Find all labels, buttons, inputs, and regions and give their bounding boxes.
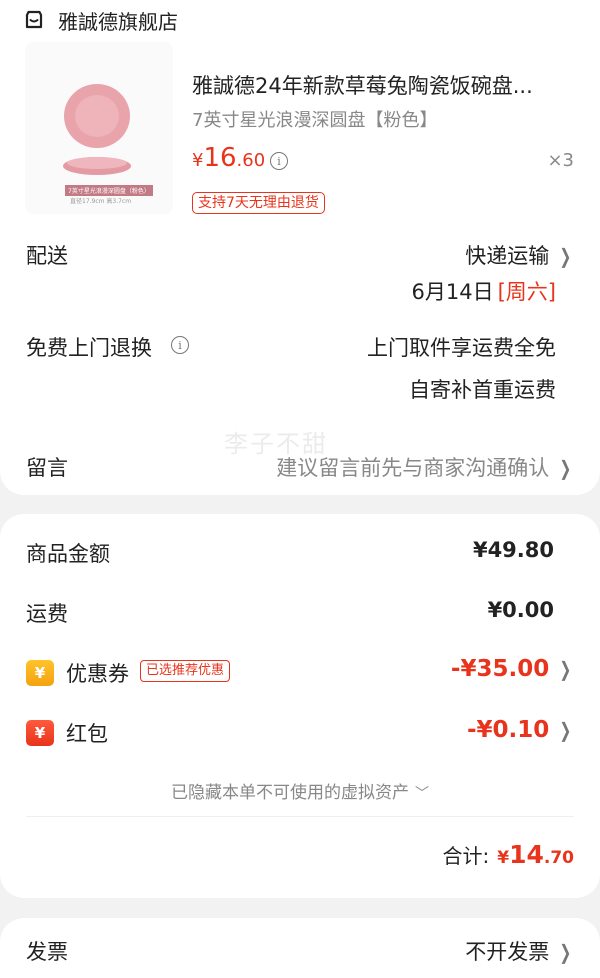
price-summary-card: 商品金额 ¥49.80 运费 ¥0.00 ¥ 优惠券 已选推荐优惠 -¥35.0… [0,514,600,898]
divider [26,816,574,817]
total-integer: 14 [509,840,544,869]
total-symbol: ¥ [497,848,510,868]
return-info-icon[interactable]: i [171,336,189,354]
red-packet-value: -¥0.10 [466,717,550,743]
coupon-value: -¥35.00 [450,656,550,682]
goods-amount-value: ¥49.80 [472,538,554,562]
return-policy-badge: 支持7天无理由退货 [192,192,325,214]
coupon-row[interactable]: -¥35.00 ❯ [451,656,574,682]
chevron-right-icon: ❯ [559,940,572,964]
product-price: ¥16.60 [192,143,265,173]
hidden-assets-text: 已隐藏本单不可使用的虚拟资产 [171,783,409,803]
invoice-value: 不开发票 [465,940,550,964]
chevron-right-icon: ❯ [559,718,572,742]
product-spec[interactable]: 7英寸星光浪漫深圆盘【粉色】 [192,106,437,132]
return-service-line1: 上门取件享运费全免 [367,336,556,360]
delivery-date: 6月14日 [周六] [412,276,556,306]
thumb-size: 直径17.9cm 高3.7cm [70,198,132,205]
invoice-label: 发票 [26,940,68,964]
red-packet-icon: ¥ [26,720,54,746]
red-packet-label: 红包 [66,722,108,746]
product-thumbnail[interactable]: 7英寸星光浪漫深圆盘（粉色） 直径17.9cm 高3.7cm [25,42,173,214]
hidden-assets-toggle[interactable]: 已隐藏本单不可使用的虚拟资产 ﹀ [0,778,600,803]
order-item-card: 雅誠德旗舰店 7英寸星光浪漫深圆盘（粉色） 直径17.9cm 高3.7cm 雅誠… [0,0,600,495]
product-title[interactable]: 雅誠德24年新款草莓兔陶瓷饭碗盘... [192,70,533,100]
price-symbol: ¥ [192,150,204,171]
shipping-value: ¥0.00 [487,598,554,622]
total-decimal: .70 [543,848,574,868]
return-service-line2: 自寄补首重运费 [409,378,556,402]
product-quantity[interactable]: ×3 [547,150,574,171]
delivery-weekday: [周六] [497,280,556,304]
note-label: 留言 [26,456,68,480]
total-label: 合计: [442,844,490,868]
coupon-icon: ¥ [26,660,54,686]
price-info-icon[interactable]: i [270,152,288,170]
delivery-method: 快递运输 [465,244,550,268]
note-placeholder: 建议留言前先与商家沟通确认 [276,456,550,480]
invoice-row[interactable]: 不开发票 ❯ [465,936,574,966]
return-service-label: 免费上门退换 [26,336,152,360]
store-name[interactable]: 雅誠德旗舰店 [58,6,178,35]
chevron-right-icon: ❯ [559,244,572,268]
price-integer: 16 [203,143,237,173]
note-input[interactable]: 建议留言前先与商家沟通确认 ❯ [276,452,574,482]
shipping-label: 运费 [26,602,68,626]
coupon-label: 优惠券 [66,662,129,686]
chevron-down-icon: ﹀ [415,786,429,802]
chevron-right-icon: ❯ [559,456,572,480]
delivery-date-text: 6月14日 [411,280,494,304]
store-icon [25,10,43,29]
goods-amount-label: 商品金额 [26,542,110,566]
delivery-method-row[interactable]: 快递运输 ❯ [465,240,574,270]
chevron-right-icon: ❯ [559,657,572,681]
delivery-label: 配送 [26,244,68,268]
price-decimal: .60 [236,150,266,171]
thumb-caption: 7英寸星光浪漫深圆盘（粉色） [65,185,153,196]
coupon-recommended-badge: 已选推荐优惠 [140,660,231,682]
red-packet-row[interactable]: -¥0.10 ❯ [467,717,574,743]
invoice-card: 发票 不开发票 ❯ [0,918,600,978]
order-total: 合计: ¥14.70 [442,840,574,869]
